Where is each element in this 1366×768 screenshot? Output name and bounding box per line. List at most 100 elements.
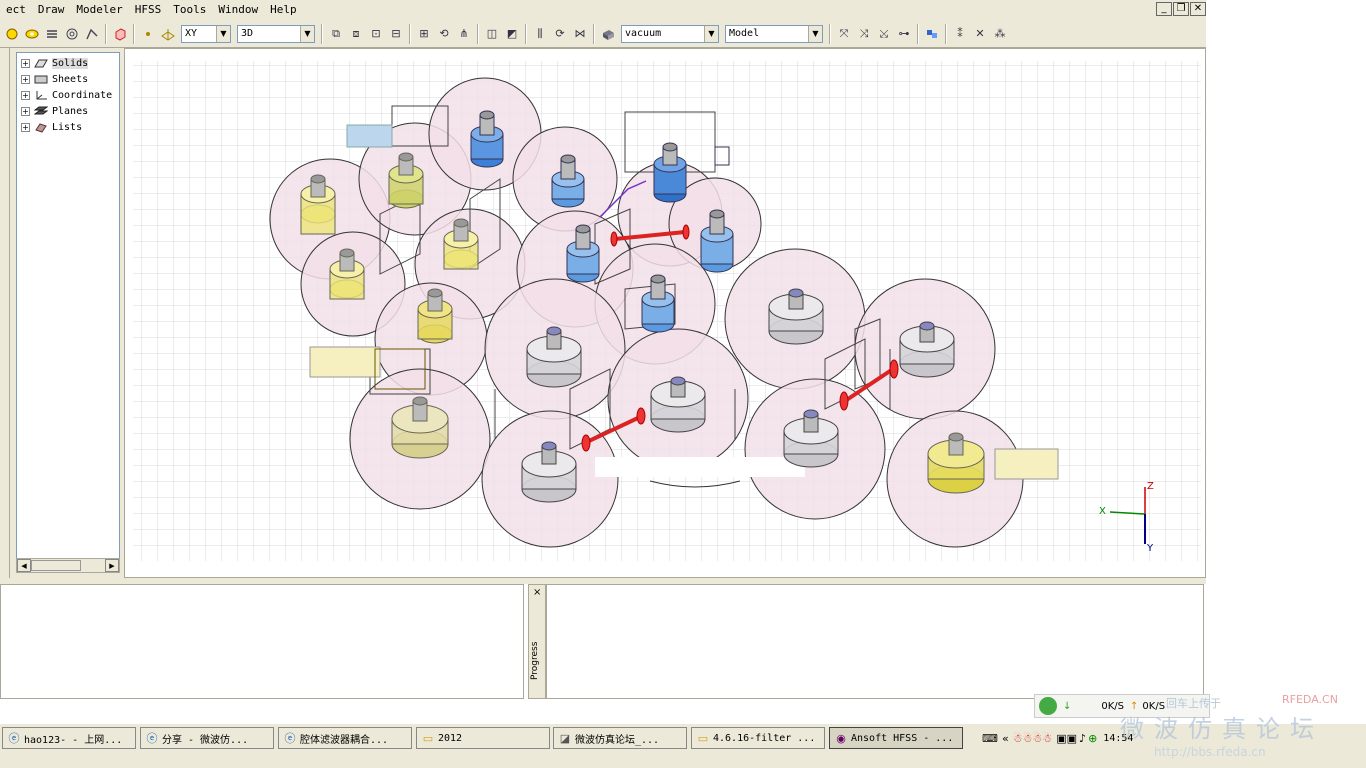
modeler-viewport[interactable]: Z X Y <box>124 48 1206 578</box>
network-monitor[interactable]: ↓ 0K/S ↑ 0K/S <box>1034 694 1210 718</box>
probe-feed-top <box>346 124 393 148</box>
chevron-down-icon[interactable]: ▼ <box>808 25 822 42</box>
minimize-button[interactable]: _ <box>1156 2 1172 16</box>
menu-tools[interactable]: Tools <box>167 0 212 20</box>
duplicate-along-line-icon[interactable]: ⫼ <box>532 26 548 42</box>
material-icon[interactable] <box>600 26 616 42</box>
menu-modeler[interactable]: Modeler <box>70 0 128 20</box>
intersect-icon[interactable]: ⊡ <box>368 26 384 42</box>
left-panel-tab[interactable] <box>0 48 10 578</box>
draw-plane-icon[interactable] <box>160 26 176 42</box>
folder-icon: ▭ <box>422 731 434 745</box>
task-button-filter-folder[interactable]: ▭ 4.6.16-filter ... <box>691 727 825 749</box>
rotate-icon[interactable]: ⟲ <box>436 26 452 42</box>
move-icon[interactable]: ⊞ <box>416 26 432 42</box>
upload-speed: 0K/S <box>1142 700 1166 712</box>
system-tray: ⌨ « ☃ ☃ ☃ ☃ ▣ ▣ ♪ ⊕ 14:54 <box>982 727 1366 749</box>
expand-icon[interactable]: + <box>21 90 30 100</box>
update-icon[interactable]: ⊕ <box>1088 732 1097 745</box>
restore-button[interactable]: ❐ <box>1173 2 1189 16</box>
unite-icon[interactable]: ⧉ <box>328 26 344 42</box>
message-manager-panel[interactable] <box>0 584 524 699</box>
task-button-ansoft-hfss[interactable]: ◉ Ansoft HFSS - ... <box>829 727 963 749</box>
clock[interactable]: 14:54 <box>1103 733 1133 744</box>
expand-icon[interactable]: + <box>21 106 30 116</box>
view-select[interactable]: 3D ▼ <box>237 24 315 43</box>
duplicate-around-axis-icon[interactable]: ⟳ <box>552 26 568 42</box>
assign-excitation-icon[interactable]: ⤨ <box>856 26 872 42</box>
task-button-forum[interactable]: ◪ 微波仿真论坛_... <box>553 727 687 749</box>
task-button-folder-2012[interactable]: ▭ 2012 <box>416 727 550 749</box>
results-icon[interactable]: ✕ <box>972 26 988 42</box>
split-icon[interactable]: ⊟ <box>388 26 404 42</box>
view-select-value: 3D <box>241 28 254 39</box>
draw-helix-icon[interactable] <box>44 26 60 42</box>
mirror-icon[interactable]: ⋔ <box>456 26 472 42</box>
draw-polyline-icon[interactable] <box>84 26 100 42</box>
chevron-down-icon[interactable]: ▼ <box>704 25 718 42</box>
tree-horizontal-scrollbar[interactable]: ◀ ▶ <box>16 558 120 573</box>
duplicate-mirror-icon[interactable]: ⋈ <box>572 26 588 42</box>
task-button-cavity-filter[interactable]: ⓔ 腔体滤波器耦合... <box>278 727 412 749</box>
qq-icon[interactable]: ☃ <box>1013 732 1023 745</box>
menu-hfss[interactable]: HFSS <box>129 0 168 20</box>
draw-circle-icon[interactable] <box>4 26 20 42</box>
volume-icon[interactable]: ♪ <box>1079 732 1086 745</box>
draw-ellipse-icon[interactable] <box>24 26 40 42</box>
download-speed: 0K/S <box>1101 700 1125 712</box>
progress-panel[interactable] <box>546 584 1204 699</box>
task-button-share[interactable]: ⓔ 分享 - 微波仿... <box>140 727 274 749</box>
menu-window[interactable]: Window <box>212 0 264 20</box>
thicken-icon[interactable]: ◩ <box>504 26 520 42</box>
tree-item-label: Lists <box>52 121 83 133</box>
menu-help[interactable]: Help <box>264 0 303 20</box>
validate-icon[interactable] <box>924 26 940 42</box>
viewport-canvas[interactable]: Z X Y <box>125 49 1205 577</box>
qq-icon[interactable]: ☃ <box>1032 732 1042 745</box>
menu-project[interactable]: ect <box>0 0 32 20</box>
menu-draw[interactable]: Draw <box>32 0 71 20</box>
draw-point-icon[interactable] <box>140 26 156 42</box>
material-select[interactable]: vacuum ▼ <box>621 24 719 43</box>
network-icon[interactable]: ▣ <box>1056 732 1066 745</box>
task-label: 2012 <box>438 732 463 744</box>
tray-expand-icon[interactable]: « <box>1002 732 1009 745</box>
progress-panel-tab[interactable]: × Progress <box>528 584 546 699</box>
expand-icon[interactable]: + <box>21 74 30 84</box>
scroll-thumb[interactable] <box>31 560 81 571</box>
toolbar-separator <box>593 23 595 44</box>
chevron-down-icon[interactable]: ▼ <box>216 25 230 42</box>
keyboard-icon[interactable]: ⌨ <box>982 732 998 745</box>
model-select[interactable]: Model ▼ <box>725 24 823 43</box>
draw-spiral-icon[interactable] <box>64 26 80 42</box>
plane-select[interactable]: XY ▼ <box>181 24 231 43</box>
tree-item-planes[interactable]: + Planes <box>17 103 119 119</box>
ie-icon: ⓔ <box>8 732 20 745</box>
draw-box-icon[interactable] <box>112 26 128 42</box>
tree-item-coordinate[interactable]: + Coordinate <box>17 87 119 103</box>
left-panel: + Solids + Sheets + Coordinate + Planes … <box>0 48 124 578</box>
progress-close-icon[interactable]: × <box>533 587 541 598</box>
tree-item-sheets[interactable]: + Sheets <box>17 71 119 87</box>
fields-icon[interactable]: ⁂ <box>992 26 1008 42</box>
coordinate-icon <box>36 90 47 99</box>
qq-icon[interactable]: ☃ <box>1042 732 1052 745</box>
chevron-down-icon[interactable]: ▼ <box>300 25 314 42</box>
sweep-icon[interactable]: ◫ <box>484 26 500 42</box>
ie-icon: ⓔ <box>146 732 158 745</box>
tree-item-solids[interactable]: + Solids <box>17 55 119 71</box>
expand-icon[interactable]: + <box>21 58 30 68</box>
qq-icon[interactable]: ☃ <box>1023 732 1033 745</box>
analyze-icon[interactable]: ⁑ <box>952 26 968 42</box>
assign-mesh-icon[interactable]: ⤩ <box>876 26 892 42</box>
task-button-hao123[interactable]: ⓔ hao123- - 上网... <box>2 727 136 749</box>
scroll-right-icon[interactable]: ▶ <box>105 559 119 572</box>
tree-item-lists[interactable]: + Lists <box>17 119 119 135</box>
expand-icon[interactable]: + <box>21 122 30 132</box>
analysis-setup-icon[interactable]: ⊶ <box>896 26 912 42</box>
network-icon[interactable]: ▣ <box>1067 732 1077 745</box>
subtract-icon[interactable]: ⧈ <box>348 26 364 42</box>
scroll-left-icon[interactable]: ◀ <box>17 559 31 572</box>
close-button[interactable]: ✕ <box>1190 2 1206 16</box>
assign-boundary-icon[interactable]: ⤧ <box>836 26 852 42</box>
